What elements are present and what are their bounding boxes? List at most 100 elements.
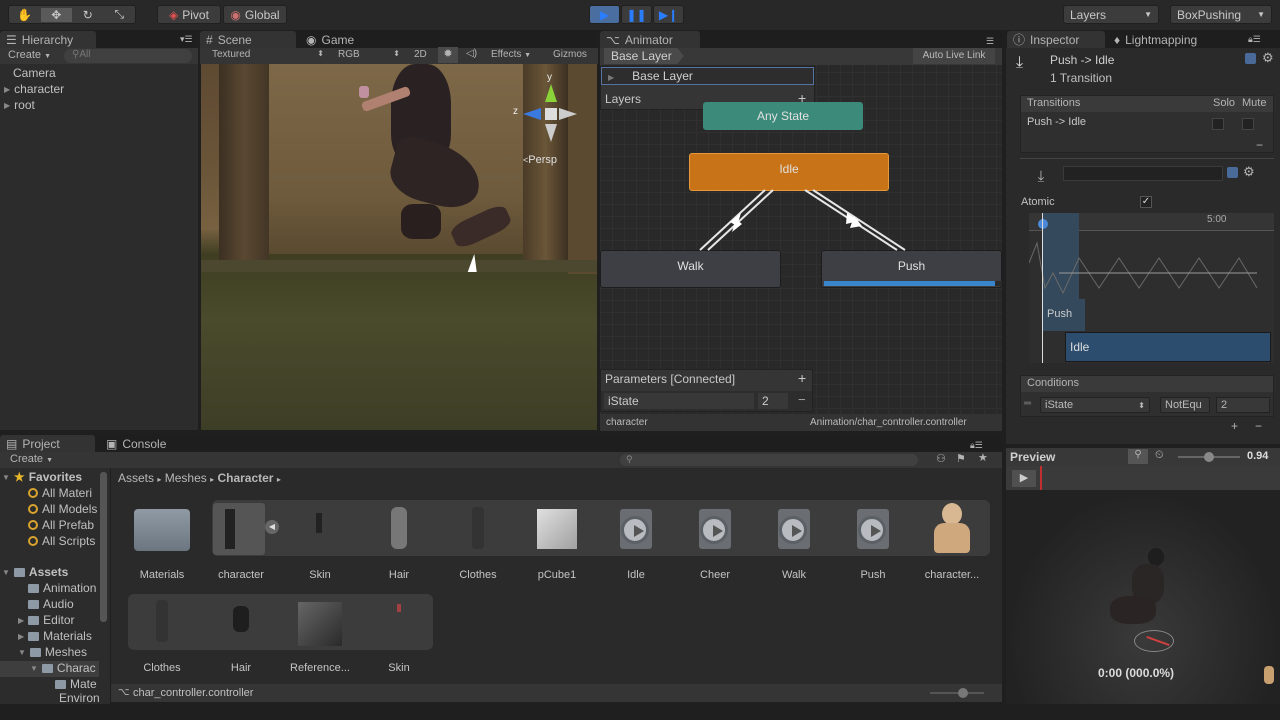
parameter-name[interactable]: iState: [604, 393, 754, 409]
pause-button[interactable]: ❚❚: [621, 5, 652, 24]
layout-dropdown[interactable]: BoxPushing ▼: [1170, 5, 1272, 24]
tree-folder-audio[interactable]: Audio: [28, 597, 74, 611]
play-button[interactable]: ▶: [589, 5, 620, 24]
preview-play-button[interactable]: ▶: [1012, 470, 1036, 487]
tree-folder-materials-sub[interactable]: Mate: [55, 677, 99, 691]
speed-icon[interactable]: ⏲: [1155, 449, 1164, 462]
hierarchy-search-input[interactable]: ⚲All: [64, 49, 192, 63]
panel-menu-icon[interactable]: ▾☰: [180, 34, 193, 45]
tab-hierarchy[interactable]: ☰ Hierarchy: [0, 31, 96, 48]
add-parameter-icon[interactable]: +: [798, 370, 806, 386]
icon-size-slider[interactable]: [930, 688, 984, 698]
project-search-input[interactable]: ⚲: [620, 454, 918, 466]
lock-icon[interactable]: 🔒︎☰: [970, 440, 983, 451]
remove-parameter-icon[interactable]: −: [798, 392, 806, 407]
favorite-star-icon[interactable]: ★: [978, 451, 988, 464]
parameter-value-field[interactable]: 2: [758, 393, 788, 409]
tab-console[interactable]: ▣ Console: [100, 435, 190, 452]
clip-push[interactable]: Push: [1043, 299, 1085, 331]
gear-icon[interactable]: ⚙: [1262, 50, 1274, 66]
condition-param-dropdown[interactable]: iState ⬍: [1040, 397, 1150, 413]
animator-breadcrumb[interactable]: Base Layer: [604, 48, 684, 64]
assets-header[interactable]: ▼ Assets: [2, 565, 68, 579]
move-tool-icon[interactable]: ✥: [40, 7, 72, 22]
collapse-arrow-icon[interactable]: ▼: [2, 473, 10, 482]
condition-value-field[interactable]: 2: [1216, 397, 1270, 413]
transition-item[interactable]: Push -> Idle: [1027, 116, 1086, 128]
gear-icon[interactable]: ⚙: [1243, 164, 1255, 180]
add-condition-icon[interactable]: +: [1231, 419, 1238, 433]
tab-game[interactable]: ◉ Game: [300, 31, 390, 48]
collapse-arrow-icon[interactable]: ▼: [18, 648, 26, 657]
atomic-checkbox[interactable]: ✓: [1140, 196, 1152, 208]
collapse-arrow-icon[interactable]: ▼: [30, 664, 38, 673]
state-any[interactable]: Any State: [703, 102, 863, 130]
remove-condition-icon[interactable]: −: [1255, 419, 1262, 433]
gizmos-dropdown[interactable]: Gizmos: [553, 49, 587, 60]
tree-folder-character[interactable]: ▼ Charac: [30, 661, 98, 675]
scale-tool-icon[interactable]: ⤡: [104, 7, 136, 22]
breadcrumb-character[interactable]: Character: [217, 471, 273, 485]
state-walk[interactable]: Walk: [600, 250, 781, 288]
favorite-item[interactable]: All Scripts: [28, 534, 98, 548]
tree-folder-editor[interactable]: ▶ Editor: [18, 613, 75, 627]
lock-icon[interactable]: 🔒︎☰: [1248, 34, 1261, 45]
filter-label-icon[interactable]: ⚑: [956, 452, 966, 465]
playhead-marker[interactable]: [1038, 219, 1048, 229]
rotate-tool-icon[interactable]: ↻: [72, 8, 104, 22]
effects-dropdown[interactable]: Effects ▼: [491, 49, 531, 60]
favorite-item[interactable]: All Prefab: [28, 518, 98, 532]
mute-checkbox[interactable]: [1242, 118, 1254, 130]
filter-type-icon[interactable]: ⚇: [936, 452, 946, 465]
tab-animator[interactable]: ⌥ Animator: [600, 31, 700, 48]
persp-label[interactable]: <Persp: [523, 154, 557, 166]
tree-folder-environment[interactable]: Environ: [55, 693, 99, 703]
state-idle[interactable]: Idle: [689, 153, 889, 191]
solo-checkbox[interactable]: [1212, 118, 1224, 130]
favorite-item[interactable]: All Materi: [28, 486, 98, 500]
scene-viewport[interactable]: y z <Persp: [201, 64, 597, 430]
tree-folder-materials[interactable]: ▶ Materials: [18, 629, 92, 643]
collapse-arrow-icon[interactable]: ▼: [2, 568, 10, 577]
transition-timeline[interactable]: 5:00 Push Idle: [1029, 213, 1274, 363]
auto-live-link-button[interactable]: Auto Live Link: [913, 48, 995, 64]
lighting-icon[interactable]: ✹: [438, 47, 458, 63]
clip-idle[interactable]: Idle: [1065, 332, 1271, 362]
favorites-header[interactable]: ▼ ★ Favorites: [2, 470, 82, 484]
breadcrumb-meshes[interactable]: Meshes: [165, 471, 207, 485]
pivot-button[interactable]: ◈ Pivot: [157, 5, 221, 24]
remove-transition-icon[interactable]: −: [1256, 138, 1263, 152]
step-button[interactable]: ▶❙: [653, 5, 684, 24]
hierarchy-item-character[interactable]: ▶ character: [4, 82, 64, 96]
hierarchy-create-button[interactable]: Create ▼: [8, 49, 51, 61]
favorite-item[interactable]: All Models: [28, 502, 98, 516]
help-icon[interactable]: [1245, 53, 1256, 64]
2d-toggle[interactable]: 2D: [414, 49, 427, 60]
rgb-dropdown[interactable]: RGB ⬍: [338, 49, 400, 60]
layers-dropdown[interactable]: Layers ▼: [1063, 5, 1159, 24]
tree-folder-meshes[interactable]: ▼ Meshes: [18, 645, 87, 659]
audio-icon[interactable]: ◁): [466, 48, 477, 59]
expand-arrow-icon[interactable]: ▶: [18, 632, 24, 641]
speed-slider[interactable]: [1178, 452, 1240, 462]
shading-dropdown[interactable]: Textured ⬍: [212, 49, 324, 60]
hand-tool-icon[interactable]: ✋: [9, 8, 41, 22]
tab-lightmapping[interactable]: ♦ Lightmapping: [1108, 31, 1228, 48]
breadcrumb-assets[interactable]: Assets: [118, 471, 154, 485]
scene-gizmo[interactable]: y z: [513, 72, 581, 154]
drag-handle-icon[interactable]: ═: [1024, 398, 1031, 409]
tree-folder-animation[interactable]: Animation: [28, 581, 98, 595]
condition-op-dropdown[interactable]: NotEqu: [1160, 397, 1210, 413]
expand-arrow-icon[interactable]: ▶: [4, 85, 10, 94]
tab-project[interactable]: ▤ Project: [0, 435, 95, 452]
preview-viewport[interactable]: 0:00 (000.0%): [1006, 490, 1280, 704]
global-button[interactable]: ◉ Global: [223, 5, 287, 24]
transition-name-field[interactable]: [1063, 166, 1223, 181]
help-icon[interactable]: [1227, 167, 1238, 178]
panel-menu-icon[interactable]: ☰: [986, 36, 994, 47]
expand-arrow-icon[interactable]: ▶: [4, 101, 10, 110]
avatar-icon[interactable]: [1264, 666, 1274, 684]
preview-scrubber[interactable]: [1040, 466, 1042, 490]
project-create-button[interactable]: Create ▼: [10, 453, 53, 465]
tab-scene[interactable]: # Scene: [200, 31, 296, 48]
